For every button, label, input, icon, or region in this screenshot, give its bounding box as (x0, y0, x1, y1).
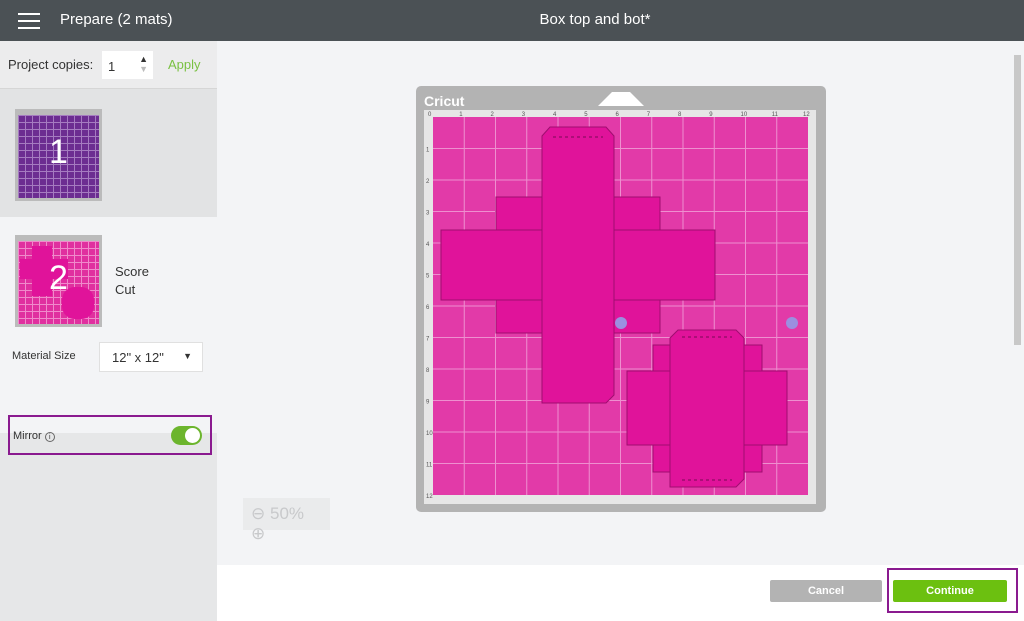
continue-button[interactable]: Continue (893, 580, 1007, 602)
zoom-out-icon[interactable]: ⊖ (251, 504, 265, 523)
cancel-button[interactable]: Cancel (770, 580, 882, 602)
vertical-scrollbar[interactable] (1012, 41, 1024, 565)
zoom-level: 50% (269, 504, 305, 523)
footer-bar: Cancel Continue (217, 565, 1024, 621)
ruler-left-label: 10 (426, 431, 433, 437)
zoom-control: ⊖ 50% ⊕ (243, 498, 330, 543)
more-options-handle-icon[interactable] (615, 317, 627, 329)
ruler-top-label: 10 (741, 112, 748, 118)
cutting-mat: Cricut 0 1 2 3 4 5 6 7 8 9 10 11 12123456789101112 (416, 86, 826, 512)
cricut-logo: Cricut (424, 93, 465, 109)
rotate-handle-icon[interactable] (786, 317, 798, 329)
zoom-in-icon[interactable]: ⊕ (251, 524, 265, 543)
ruler-left-label: 11 (426, 463, 433, 469)
ruler-top-label: 11 (772, 112, 779, 118)
ruler-left-label: 12 (426, 494, 433, 500)
ruler-top-label: 12 (803, 112, 810, 118)
